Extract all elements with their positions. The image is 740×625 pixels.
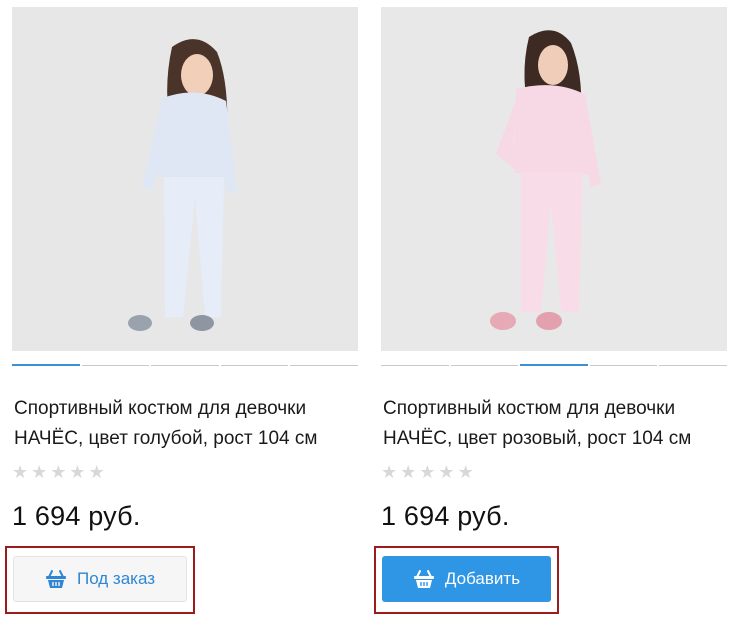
carousel-dot[interactable] bbox=[220, 365, 289, 366]
carousel-dot[interactable] bbox=[290, 365, 358, 366]
carousel-dot[interactable] bbox=[450, 365, 519, 366]
product-image[interactable] bbox=[12, 7, 358, 351]
product-price: 1 694 руб. bbox=[12, 501, 141, 531]
product-title-line[interactable]: НАЧЁС, цвет розовый, рост 104 см bbox=[383, 424, 713, 454]
button-highlight-frame: Добавить bbox=[374, 546, 559, 614]
star-icon[interactable]: ★ bbox=[400, 462, 416, 482]
star-icon[interactable]: ★ bbox=[69, 462, 85, 482]
star-icon[interactable]: ★ bbox=[381, 462, 397, 482]
rating-stars[interactable]: ★ ★ ★ ★ ★ bbox=[12, 462, 105, 482]
product-title[interactable]: Спортивный костюм для девочки НАЧЁС, цве… bbox=[14, 394, 344, 454]
star-icon[interactable]: ★ bbox=[50, 462, 66, 482]
product-title-line[interactable]: НАЧЁС, цвет голубой, рост 104 см bbox=[14, 424, 344, 454]
carousel-dot[interactable] bbox=[151, 365, 219, 366]
star-icon[interactable]: ★ bbox=[458, 462, 474, 482]
product-price: 1 694 руб. bbox=[381, 501, 510, 531]
carousel-dot[interactable] bbox=[520, 364, 588, 366]
star-icon[interactable]: ★ bbox=[31, 462, 47, 482]
button-highlight-frame: Под заказ bbox=[5, 546, 195, 614]
button-label: Под заказ bbox=[76, 569, 156, 588]
product-card[interactable]: Спортивный костюм для девочки НАЧЁС, цве… bbox=[374, 0, 727, 625]
rating-stars[interactable]: ★ ★ ★ ★ ★ bbox=[381, 462, 474, 482]
carousel-dot[interactable] bbox=[12, 364, 80, 366]
basket-icon bbox=[45, 570, 66, 588]
product-title-line[interactable]: Спортивный костюм для девочки bbox=[383, 394, 713, 424]
carousel-dot[interactable] bbox=[589, 365, 658, 366]
star-icon[interactable]: ★ bbox=[419, 462, 435, 482]
product-card[interactable]: Спортивный костюм для девочки НАЧЁС, цве… bbox=[5, 0, 358, 625]
product-title-line[interactable]: Спортивный костюм для девочки bbox=[14, 394, 344, 424]
button-label: Добавить bbox=[444, 569, 521, 588]
star-icon[interactable]: ★ bbox=[89, 462, 105, 482]
basket-icon bbox=[413, 570, 434, 588]
carousel-dot[interactable] bbox=[659, 365, 727, 366]
carousel-dot[interactable] bbox=[81, 365, 150, 366]
add-to-cart-button[interactable]: Добавить bbox=[382, 556, 551, 602]
pre-order-button[interactable]: Под заказ bbox=[13, 556, 187, 602]
star-icon[interactable]: ★ bbox=[12, 462, 28, 482]
image-carousel-indicator[interactable] bbox=[381, 364, 727, 367]
carousel-dot[interactable] bbox=[381, 365, 449, 366]
image-carousel-indicator[interactable] bbox=[12, 364, 358, 367]
product-image[interactable] bbox=[381, 7, 727, 351]
product-title[interactable]: Спортивный костюм для девочки НАЧЁС, цве… bbox=[383, 394, 713, 454]
star-icon[interactable]: ★ bbox=[438, 462, 454, 482]
